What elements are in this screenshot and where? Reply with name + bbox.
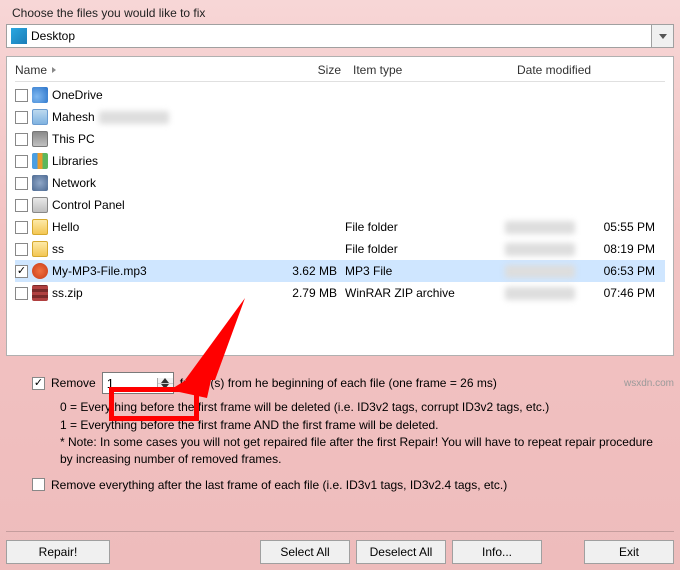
file-row[interactable]: Mahesh [15, 106, 665, 128]
deselect-all-button[interactable]: Deselect All [356, 540, 446, 564]
rows-container: OneDrive Mahesh This PC Libraries Network Con… [15, 84, 665, 304]
option-remove-after: Remove everything after the last frame o… [32, 478, 656, 492]
row-checkbox[interactable] [15, 199, 28, 212]
row-checkbox[interactable] [15, 155, 28, 168]
row-time: 08:19 PM [604, 242, 655, 256]
exit-button[interactable]: Exit [584, 540, 674, 564]
location-text: Desktop [31, 29, 75, 43]
row-name: ss [52, 242, 64, 256]
row-checkbox[interactable] [15, 111, 28, 124]
select-all-button[interactable]: Select All [260, 540, 350, 564]
triangle-down-icon [161, 384, 169, 389]
row-checkbox[interactable] [15, 221, 28, 234]
row-date: 06:53 PM [505, 264, 655, 278]
row-time: 07:46 PM [604, 286, 655, 300]
row-checkbox[interactable] [15, 133, 28, 146]
row-checkbox[interactable] [15, 89, 28, 102]
col-name[interactable]: Name [15, 63, 275, 77]
remove-after-checkbox[interactable] [32, 478, 45, 491]
desktop-icon [11, 28, 27, 44]
row-name: This PC [52, 132, 95, 146]
redacted [505, 287, 575, 300]
net-icon [32, 175, 48, 191]
option-remove-frames: Remove 1 frame(s) from he beginning of e… [32, 372, 656, 394]
row-name: Hello [52, 220, 79, 234]
row-checkbox[interactable] [15, 243, 28, 256]
col-size[interactable]: Size [279, 63, 349, 77]
row-type: MP3 File [345, 264, 505, 278]
options-section: Remove 1 frame(s) from he beginning of e… [6, 372, 674, 492]
file-list: Name Size Item type Date modified OneDri… [6, 56, 674, 356]
row-name: Mahesh [52, 110, 95, 124]
row-checkbox[interactable] [15, 287, 28, 300]
mp3-icon [32, 263, 48, 279]
info-button[interactable]: Info... [452, 540, 542, 564]
redacted [505, 265, 575, 278]
row-name: Control Panel [52, 198, 125, 212]
row-name: Libraries [52, 154, 98, 168]
lib-icon [32, 153, 48, 169]
column-headers: Name Size Item type Date modified [15, 63, 665, 82]
row-name: OneDrive [52, 88, 103, 102]
watermark: wsxdn.com [624, 378, 674, 389]
frames-spinner[interactable]: 1 [102, 372, 174, 394]
remove-frames-suffix: frame(s) from he beginning of each file … [180, 376, 497, 390]
remove-frames-checkbox[interactable] [32, 377, 45, 390]
row-name: My-MP3-File.mp3 [52, 264, 147, 278]
prompt-label: Choose the files you would like to fix [12, 6, 672, 20]
file-row[interactable]: Hello File folder 05:55 PM [15, 216, 665, 238]
chevron-down-icon [659, 34, 667, 39]
row-name: ss.zip [52, 286, 83, 300]
cpl-icon [32, 197, 48, 213]
col-type[interactable]: Item type [353, 63, 513, 77]
remove-frames-note: * Note: In some cases you will not get r… [60, 434, 656, 468]
file-row[interactable]: My-MP3-File.mp3 3.62 MBMP3 File 06:53 PM [15, 260, 665, 282]
file-row[interactable]: Control Panel [15, 194, 665, 216]
file-row[interactable]: ss.zip 2.79 MBWinRAR ZIP archive 07:46 PM [15, 282, 665, 304]
location-field[interactable]: Desktop [6, 24, 652, 48]
col-date[interactable]: Date modified [517, 63, 667, 77]
cloud-icon [32, 87, 48, 103]
row-time: 06:53 PM [604, 264, 655, 278]
zip-icon [32, 285, 48, 301]
location-bar: Desktop [6, 24, 674, 48]
user-icon [32, 109, 48, 125]
location-dropdown-button[interactable] [652, 24, 674, 48]
row-checkbox[interactable] [15, 177, 28, 190]
pc-icon [32, 131, 48, 147]
file-row[interactable]: OneDrive [15, 84, 665, 106]
row-date: 05:55 PM [505, 220, 655, 234]
folder-icon [32, 241, 48, 257]
remove-frames-prefix: Remove [51, 376, 96, 390]
row-date: 07:46 PM [505, 286, 655, 300]
redacted [99, 111, 169, 124]
file-row[interactable]: Libraries [15, 150, 665, 172]
redacted [505, 221, 575, 234]
chevron-right-icon [52, 67, 56, 73]
remove-frames-sub1: 1 = Everything before the first frame AN… [60, 416, 656, 434]
folder-icon [32, 219, 48, 235]
redacted [505, 243, 575, 256]
triangle-up-icon [161, 378, 169, 383]
spinner-down-button[interactable] [158, 384, 173, 389]
row-checkbox[interactable] [15, 265, 28, 278]
file-row[interactable]: Network [15, 172, 665, 194]
repair-button[interactable]: Repair! [6, 540, 110, 564]
remove-after-label: Remove everything after the last frame o… [51, 478, 507, 492]
row-size: 2.79 MB [275, 286, 345, 300]
remove-frames-sub0: 0 = Everything before the first frame wi… [60, 398, 656, 416]
row-time: 05:55 PM [604, 220, 655, 234]
frames-value[interactable]: 1 [103, 376, 157, 391]
row-name: Network [52, 176, 96, 190]
row-type: WinRAR ZIP archive [345, 286, 505, 300]
row-type: File folder [345, 242, 505, 256]
row-type: File folder [345, 220, 505, 234]
file-row[interactable]: This PC [15, 128, 665, 150]
row-date: 08:19 PM [505, 242, 655, 256]
footer: Repair! Select All Deselect All Info... … [6, 531, 674, 564]
file-row[interactable]: ss File folder 08:19 PM [15, 238, 665, 260]
row-size: 3.62 MB [275, 264, 345, 278]
